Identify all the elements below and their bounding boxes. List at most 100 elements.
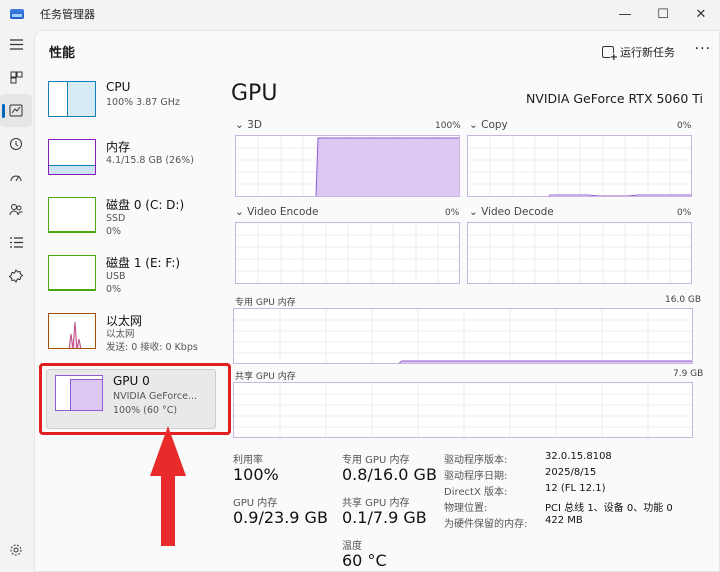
nav-rail [0, 28, 32, 572]
dedicated-memory-graph [233, 308, 693, 364]
device-name: 磁盘 0 (C: D:) [106, 198, 185, 212]
device-usage: 100% (60 °C) [113, 405, 178, 416]
run-task-icon [602, 46, 618, 63]
physical-location-value: PCI 总线 1、设备 0、功能 0 [545, 503, 673, 514]
device-ethernet[interactable]: 以太网 以太网 发送: 0 接收: 0 Kbps [45, 309, 225, 364]
driver-date-label: 驱动程序日期: [444, 471, 508, 482]
engine-encode-graph [235, 222, 460, 284]
users-icon[interactable] [0, 193, 32, 226]
device-type: USB [106, 271, 126, 282]
reserved-memory-value: 422 MB [545, 515, 583, 526]
engine-3d-label[interactable]: ⌄ 3D [235, 119, 262, 131]
device-memory[interactable]: 内存 4.1/15.8 GB (26%) [45, 135, 225, 190]
device-detail: NVIDIA GeForce... [113, 391, 198, 402]
device-disk-0[interactable]: 磁盘 0 (C: D:) SSD 0% [45, 193, 225, 248]
device-name: GPU 0 [113, 374, 150, 388]
title-bar: 任务管理器 — ☐ ✕ [0, 0, 720, 28]
engine-3d-max: 100% [435, 121, 461, 131]
engine-copy-plot [468, 136, 691, 196]
dedicated-stat-label: 专用 GPU 内存 [342, 455, 410, 466]
device-cpu[interactable]: CPU 100% 3.87 GHz [45, 77, 225, 132]
device-type: 以太网 [106, 329, 135, 340]
temperature-label: 温度 [342, 541, 362, 552]
details-icon[interactable] [0, 226, 32, 259]
engine-decode-max: 0% [677, 208, 692, 218]
close-button[interactable]: ✕ [682, 0, 720, 28]
more-options-button[interactable]: ··· [695, 41, 711, 57]
chevron-down-icon: ⌄ [469, 206, 482, 218]
shared-memory-graph [233, 382, 693, 438]
gpu-memory-label: GPU 内存 [233, 498, 278, 509]
device-usage: 发送: 0 接收: 0 Kbps [106, 342, 198, 353]
reserved-memory-label: 为硬件保留的内存: [444, 519, 528, 530]
device-name: 内存 [106, 140, 131, 154]
history-icon[interactable] [0, 127, 32, 160]
chevron-down-icon: ⌄ [235, 206, 248, 218]
dedicated-memory-label: 专用 GPU 内存 [235, 298, 296, 308]
engine-copy-max: 0% [677, 121, 692, 131]
shared-stat-value: 0.1/7.9 GB [342, 508, 427, 527]
engine-decode-graph [467, 222, 692, 284]
gpu-heading: GPU [231, 81, 278, 106]
run-new-task-button[interactable]: 运行新任务 [602, 44, 675, 63]
shared-memory-plot [234, 383, 692, 437]
directx-label: DirectX 版本: [444, 487, 508, 498]
device-list: CPU 100% 3.87 GHz 内存 4.1/15.8 GB (26%) 磁… [39, 77, 231, 435]
engine-3d-area [315, 137, 459, 196]
shared-memory-label: 共享 GPU 内存 [235, 372, 296, 382]
device-usage: 0% [106, 284, 122, 295]
processes-icon[interactable] [0, 61, 32, 94]
services-icon[interactable] [0, 259, 32, 292]
engine-decode-plot [468, 223, 691, 283]
physical-location-label: 物理位置: [444, 503, 488, 514]
menu-icon[interactable] [0, 28, 32, 61]
window-controls: — ☐ ✕ [606, 0, 720, 28]
engine-encode-plot [236, 223, 459, 283]
driver-date-value: 2025/8/15 [545, 467, 597, 478]
device-gpu-0[interactable]: GPU 0 NVIDIA GeForce... 100% (60 °C) [39, 363, 231, 435]
directx-value: 12 (FL 12.1) [545, 483, 606, 494]
page-title: 性能 [49, 45, 76, 61]
shared-stat-label: 共享 GPU 内存 [342, 498, 410, 509]
disk1-thumbnail [48, 255, 96, 291]
gpu-model: NVIDIA GeForce RTX 5060 Ti [525, 91, 703, 106]
device-disk-1[interactable]: 磁盘 1 (E: F:) USB 0% [45, 251, 225, 306]
chevron-down-icon: ⌄ [469, 119, 482, 131]
device-name: CPU [106, 80, 131, 94]
device-type: SSD [106, 213, 126, 224]
dedicated-memory-plot [234, 309, 692, 363]
device-usage: 0% [106, 226, 122, 237]
engine-decode-label[interactable]: ⌄ Video Decode [469, 206, 554, 218]
temperature-value: 60 °C [342, 551, 387, 570]
device-detail: 4.1/15.8 GB (26%) [106, 155, 194, 166]
dedicated-memory-max: 16.0 GB [665, 295, 702, 305]
engine-3d-plot [236, 136, 459, 196]
gear-icon[interactable] [0, 533, 32, 566]
engine-copy-line [548, 194, 691, 196]
engine-encode-max: 0% [445, 208, 460, 218]
startup-icon[interactable] [0, 160, 32, 193]
chevron-down-icon: ⌄ [235, 119, 248, 131]
shared-memory-max: 7.9 GB [673, 369, 704, 379]
device-name: 磁盘 1 (E: F:) [106, 256, 181, 270]
gpu-thumbnail [55, 375, 103, 411]
disk0-thumbnail [48, 197, 96, 233]
performance-icon[interactable] [0, 94, 32, 127]
cpu-thumbnail [48, 81, 96, 117]
minimize-button[interactable]: — [606, 0, 644, 28]
run-task-label: 运行新任务 [620, 46, 675, 59]
device-detail: 100% 3.87 GHz [106, 97, 180, 108]
engine-copy-graph [467, 135, 692, 197]
dedicated-memory-area [398, 360, 692, 363]
gpu-memory-value: 0.9/23.9 GB [233, 508, 328, 527]
engine-3d-graph [235, 135, 460, 197]
utilization-value: 100% [233, 465, 279, 484]
memory-thumbnail [48, 139, 96, 175]
task-manager-icon [10, 9, 24, 19]
maximize-button[interactable]: ☐ [644, 0, 682, 28]
utilization-label: 利用率 [233, 455, 263, 466]
engine-copy-label[interactable]: ⌄ Copy [469, 119, 508, 131]
engine-encode-label[interactable]: ⌄ Video Encode [235, 206, 319, 218]
app-title: 任务管理器 [40, 8, 95, 21]
driver-version-value: 32.0.15.8108 [545, 451, 612, 462]
